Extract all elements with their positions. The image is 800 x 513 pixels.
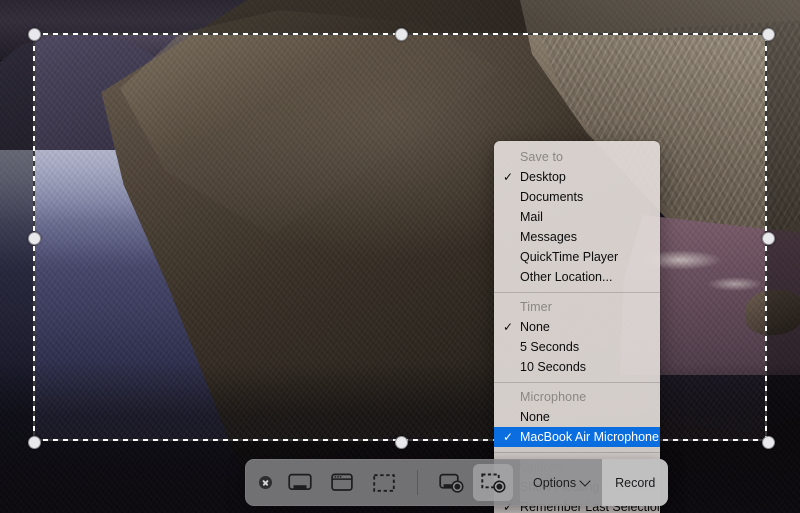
menu-item-documents[interactable]: Documents <box>494 187 660 207</box>
menu-item-mail[interactable]: Mail <box>494 207 660 227</box>
menu-separator <box>494 292 660 293</box>
handle-bottom-left[interactable] <box>28 436 41 449</box>
menu-item-messages[interactable]: Messages <box>494 227 660 247</box>
menu-item-5-seconds[interactable]: 5 Seconds <box>494 337 660 357</box>
screen-record-icon <box>439 473 464 493</box>
close-x-icon <box>259 476 272 489</box>
toolbar-record-group <box>424 459 520 506</box>
options-button-label: Options <box>533 476 576 490</box>
menu-section-title-microphone: Microphone <box>494 387 660 407</box>
capture-selected-portion[interactable] <box>364 464 404 501</box>
screenshot-toolbar[interactable]: Options Record <box>245 459 668 506</box>
handle-top-right[interactable] <box>762 28 775 41</box>
desktop-screen: Save toDesktopDocumentsMailMessagesQuick… <box>0 0 800 513</box>
screen-capture-icon <box>288 473 312 493</box>
menu-item-macbook-air-microphone[interactable]: MacBook Air Microphone <box>494 427 660 447</box>
close-toolbar-button[interactable] <box>251 476 279 489</box>
menu-item-quicktime-player[interactable]: QuickTime Player <box>494 247 660 267</box>
options-button[interactable]: Options <box>520 459 602 506</box>
menu-item-none[interactable]: None <box>494 407 660 427</box>
toolbar-left-group <box>245 459 411 506</box>
menu-item-none[interactable]: None <box>494 317 660 337</box>
chevron-down-icon <box>579 475 590 486</box>
menu-item-10-seconds[interactable]: 10 Seconds <box>494 357 660 377</box>
selection-record-icon <box>481 473 506 493</box>
menu-separator <box>494 382 660 383</box>
selection-capture-icon <box>373 474 395 492</box>
record-button-label: Record <box>615 476 655 490</box>
handle-top-left[interactable] <box>28 28 41 41</box>
menu-item-other-location[interactable]: Other Location... <box>494 267 660 287</box>
menu-separator <box>494 452 660 453</box>
handle-top-center[interactable] <box>395 28 408 41</box>
menu-section-title-save-to: Save to <box>494 147 660 167</box>
handle-middle-left[interactable] <box>28 232 41 245</box>
handle-bottom-center[interactable] <box>395 436 408 449</box>
capture-selected-window[interactable] <box>322 464 362 501</box>
capture-entire-screen[interactable] <box>280 464 320 501</box>
options-popup-menu[interactable]: Save toDesktopDocumentsMailMessagesQuick… <box>494 141 660 513</box>
handle-middle-right[interactable] <box>762 232 775 245</box>
menu-section-title-timer: Timer <box>494 297 660 317</box>
record-button[interactable]: Record <box>602 459 668 506</box>
toolbar-divider <box>417 470 418 495</box>
handle-bottom-right[interactable] <box>762 436 775 449</box>
record-entire-screen[interactable] <box>431 464 471 501</box>
menu-item-desktop[interactable]: Desktop <box>494 167 660 187</box>
record-selected-portion[interactable] <box>473 464 513 501</box>
window-capture-icon <box>331 473 353 492</box>
